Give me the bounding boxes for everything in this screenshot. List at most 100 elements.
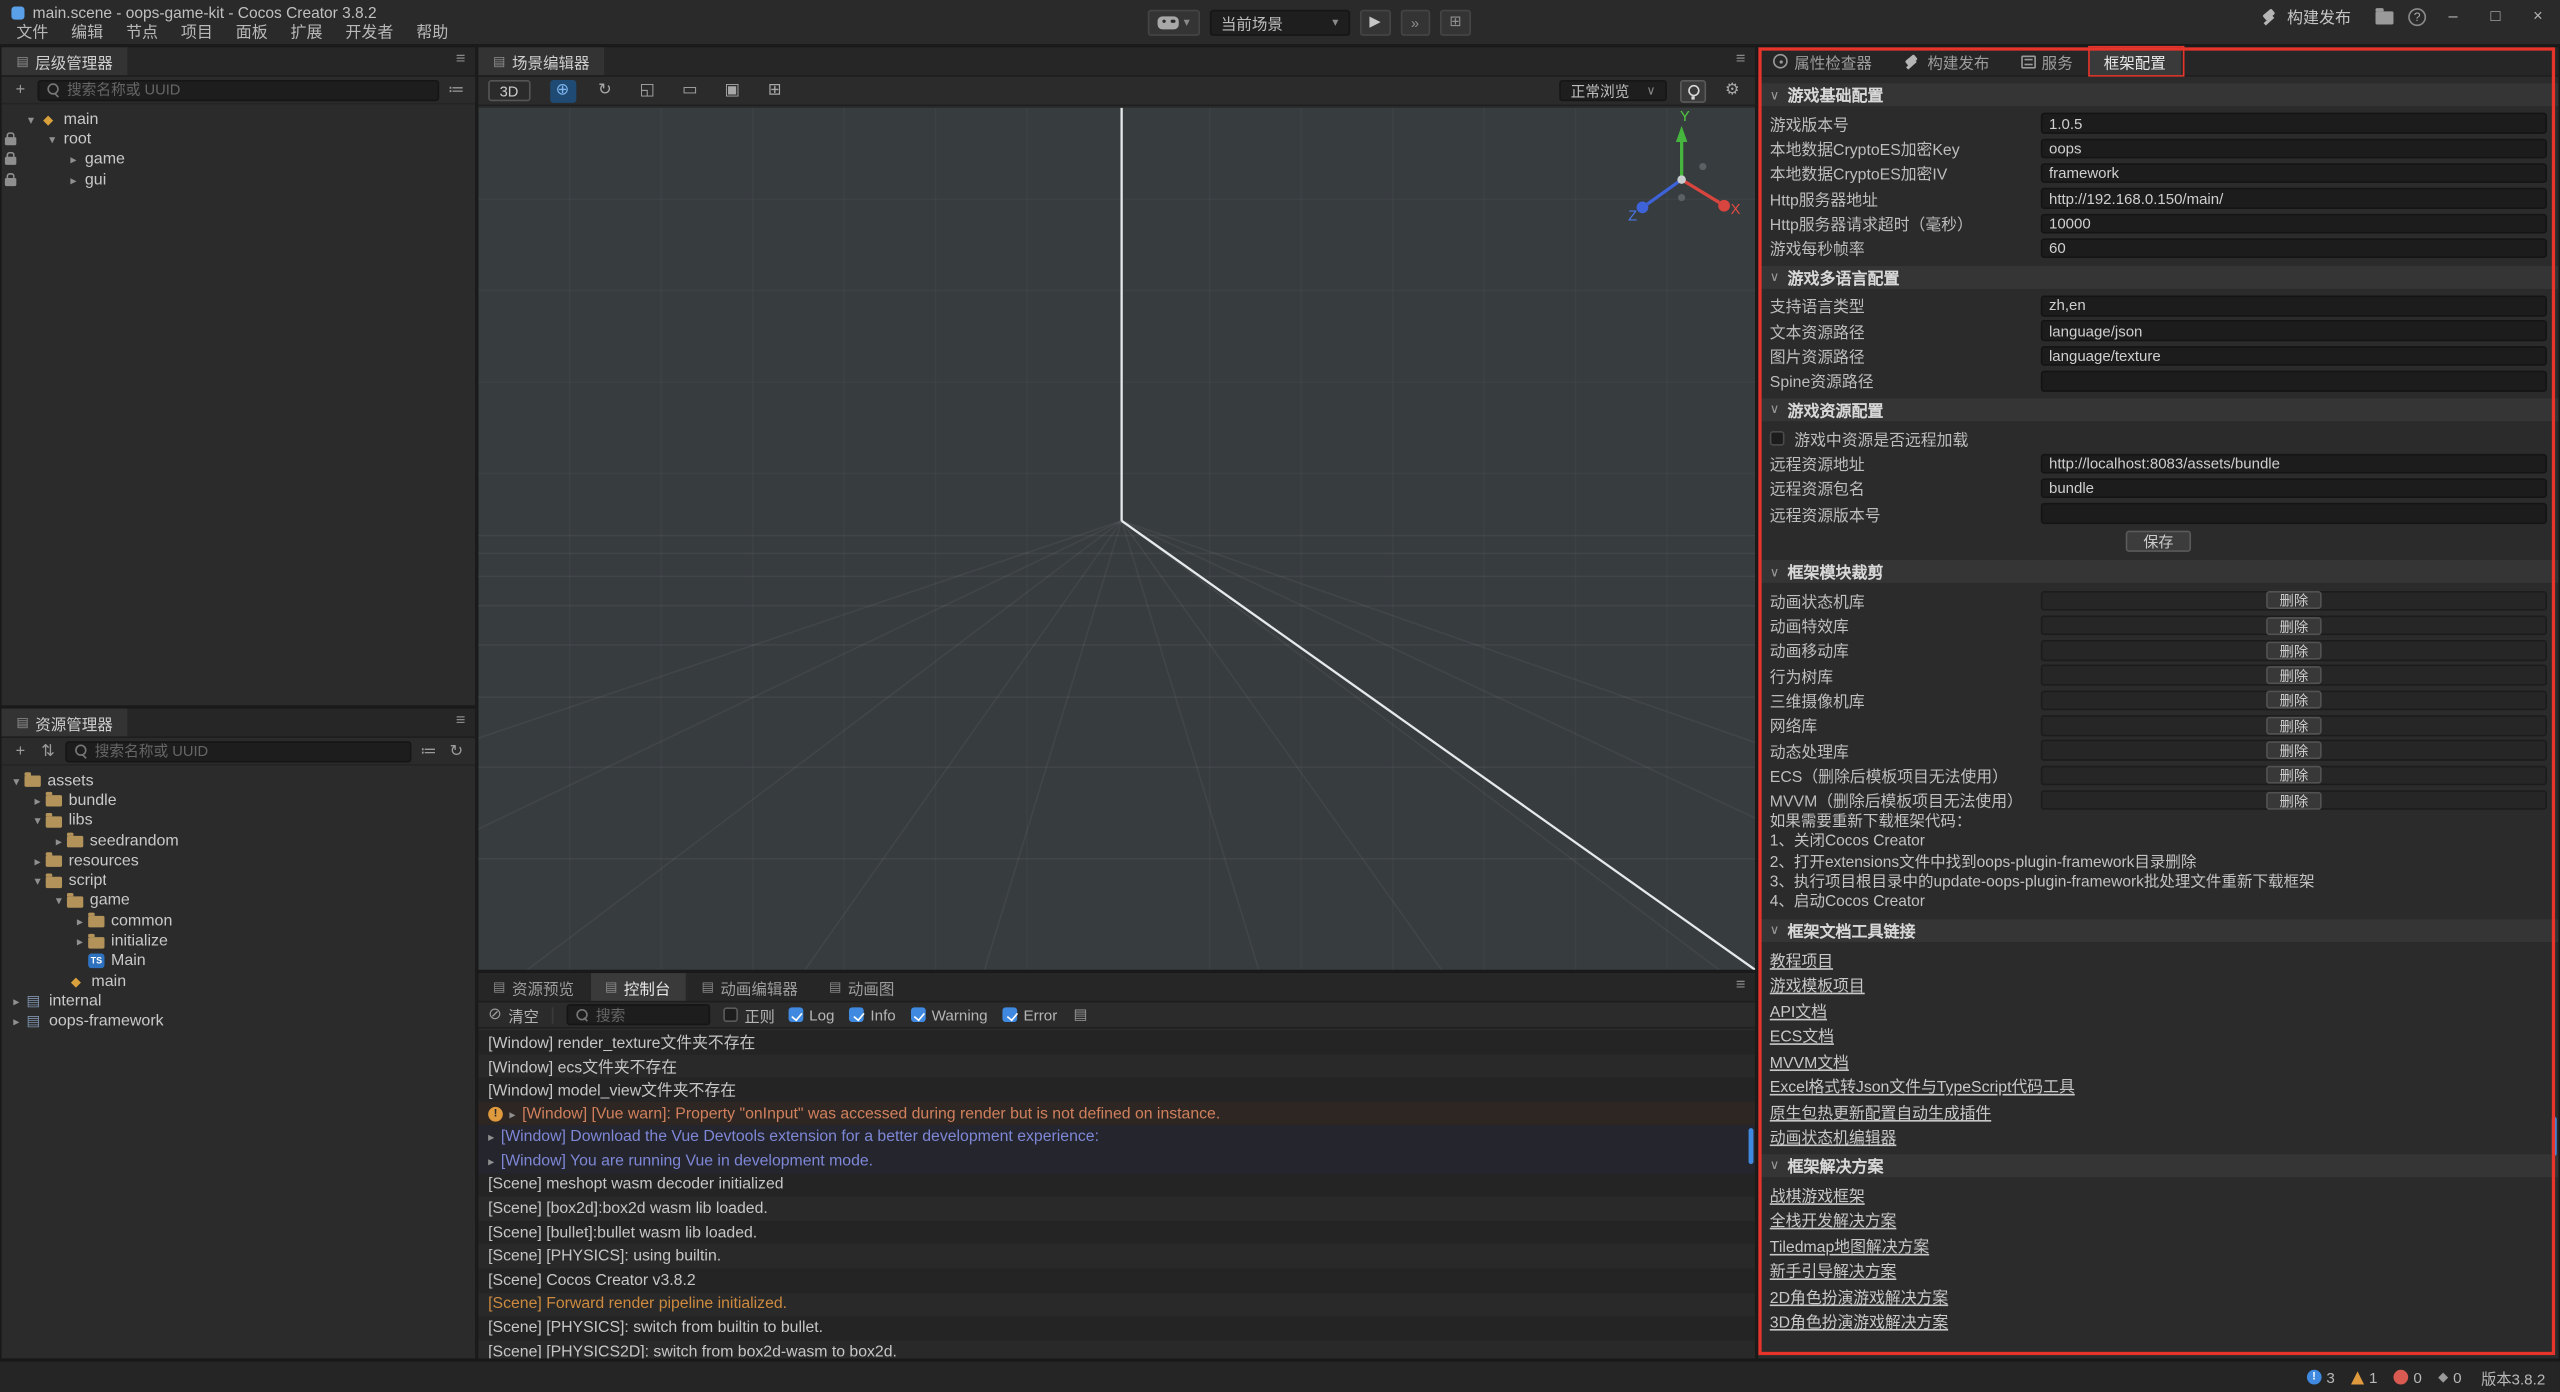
tab-assets[interactable]: ▤资源管理器 [2,709,129,737]
error-count[interactable]: 0 [2394,1369,2422,1385]
hierarchy-node[interactable]: root [2,130,475,150]
module-delete-button[interactable]: 删除 [2266,616,2321,634]
light-toggle-icon[interactable] [1680,79,1706,102]
property-input[interactable] [2041,163,2547,183]
panel-menu-icon[interactable]: ≡ [1736,976,1746,994]
section-header-modules[interactable]: ∨框架模块裁剪 [1758,560,2558,583]
property-input[interactable] [2041,113,2547,133]
expand-arrow-icon[interactable] [44,132,60,147]
x-axis-arrow[interactable] [1718,200,1730,212]
console-tab[interactable]: ▤ 动画图 [814,973,910,1001]
clear-console-button[interactable]: ⊘清空 [488,1003,539,1026]
expand-arrow-icon[interactable] [29,854,45,869]
tab-scene-editor[interactable]: ▤场景编辑器 [478,47,605,75]
solution-link[interactable]: 战棋游戏框架 [1770,1183,1865,1206]
expand-arrow-icon[interactable] [8,1014,24,1029]
module-delete-button[interactable]: 删除 [2266,716,2321,734]
asset-node[interactable]: game [2,891,475,911]
filter-button[interactable]: ≔ [418,742,439,760]
filter-checkbox-box[interactable] [1002,1007,1017,1022]
help-icon[interactable]: ? [2408,7,2426,25]
log-expand-arrow-icon[interactable] [488,1130,494,1145]
anchor-tool-icon[interactable]: ▣ [719,79,745,102]
inspector-scrollbar-thumb[interactable] [2552,1117,2557,1156]
add-node-button[interactable]: + [10,81,31,99]
move-tool-icon[interactable]: ⊕ [549,79,575,102]
hierarchy-search-input[interactable] [67,82,431,98]
play-button[interactable]: ▶ [1360,9,1391,35]
menu-item[interactable]: 面板 [224,23,279,44]
solution-link[interactable]: 3D角色扮演游戏解决方案 [1770,1309,1948,1332]
solution-link[interactable]: 新手引导解决方案 [1770,1259,1897,1282]
console-scrollbar-thumb[interactable] [1749,1128,1754,1164]
layout-grid-button[interactable]: ⊞ [1439,9,1471,35]
expand-arrow-icon[interactable] [51,834,67,849]
solution-link[interactable]: 全栈开发解决方案 [1770,1208,1897,1231]
menu-item[interactable]: 开发者 [334,23,405,44]
filter-checkbox-box[interactable] [788,1007,803,1022]
scene-viewport[interactable]: Y X Z [478,108,1755,970]
console-tab[interactable]: ▤ 控制台 [590,973,686,1001]
property-input[interactable] [2041,188,2547,208]
expand-arrow-icon[interactable] [72,934,88,949]
filter-button[interactable]: ≔ [446,81,467,99]
filter-checkbox-box[interactable] [910,1007,925,1022]
maximize-button[interactable]: □ [2480,5,2511,28]
expand-arrow-icon[interactable] [8,773,24,788]
log-expand-arrow-icon[interactable] [509,1106,515,1121]
panel-menu-icon[interactable]: ≡ [456,51,466,69]
expand-arrow-icon[interactable] [23,112,39,127]
console-log-row[interactable]: [Window] ecs文件夹不存在 [478,1054,1755,1078]
property-input[interactable] [2041,238,2547,258]
asset-node[interactable]: oops-framework [2,1012,475,1032]
console-log-row[interactable]: [Window] Download the Vue Devtools exten… [478,1126,1755,1150]
property-input[interactable] [2041,478,2547,498]
tab-service[interactable]: 服务 [2006,47,2089,75]
regex-checkbox[interactable]: 正则 [723,1003,775,1026]
module-delete-button[interactable]: 删除 [2266,691,2321,709]
view-mode-select[interactable]: 正常浏览∨ [1559,80,1667,101]
save-button[interactable]: 保存 [2125,530,2191,551]
doc-link[interactable]: 游戏模板项目 [1770,973,1865,996]
property-input[interactable] [2041,503,2547,523]
console-log-row[interactable]: [Window] You are running Vue in developm… [478,1149,1755,1173]
module-delete-button[interactable]: 删除 [2266,791,2321,809]
asset-node[interactable]: internal [2,991,475,1011]
expand-arrow-icon[interactable] [65,173,81,188]
filter-checkbox-box[interactable] [849,1007,864,1022]
doc-link[interactable]: Excel格式转Json文件与TypeScript代码工具 [1770,1074,2075,1097]
console-log-row[interactable]: [Window] [Vue warn]: Property "onInput" … [478,1102,1755,1126]
close-button[interactable]: × [2522,5,2553,28]
doc-link[interactable]: API文档 [1770,998,1827,1021]
console-tab[interactable]: ▤ 动画编辑器 [687,973,814,1001]
console-search-input[interactable] [596,1007,702,1023]
console-log-row[interactable]: [Scene] meshopt wasm decoder initialized [478,1173,1755,1197]
module-delete-button[interactable]: 删除 [2266,766,2321,784]
property-input[interactable] [2041,213,2547,233]
snap-tool-icon[interactable]: ⊞ [762,79,788,102]
expand-arrow-icon[interactable] [29,813,45,828]
console-log-row[interactable]: [Scene] [box2d]:box2d wasm lib loaded. [478,1197,1755,1221]
console-log-row[interactable]: [Window] model_view文件夹不存在 [478,1078,1755,1102]
scene-settings-gear-icon[interactable]: ⚙ [1719,79,1745,102]
property-input[interactable] [2041,453,2547,473]
tab-framework-config[interactable]: 框架配置 [2089,47,2182,75]
menu-item[interactable]: 节点 [115,23,170,44]
task-count[interactable]: 0 [2438,1369,2461,1385]
tab-hierarchy[interactable]: ▤层级管理器 [2,47,129,75]
console-log-row[interactable]: [Scene] [PHYSICS]: switch from builtin t… [478,1316,1755,1340]
console-log-row[interactable]: [Scene] Cocos Creator v3.8.2 [478,1268,1755,1292]
asset-node[interactable]: initialize [2,931,475,951]
console-log-row[interactable]: [Scene] Forward render pipeline initiali… [478,1292,1755,1316]
console-log-row[interactable]: [Window] render_texture文件夹不存在 [478,1030,1755,1054]
log-filter[interactable]: Info [849,1007,896,1023]
regex-checkbox-box[interactable] [723,1007,738,1022]
info-count[interactable]: 3 [2307,1369,2335,1385]
asset-node[interactable]: seedrandom [2,831,475,851]
expand-arrow-icon[interactable] [72,914,88,929]
step-button[interactable]: » [1400,9,1429,35]
solution-link[interactable]: Tiledmap地图解决方案 [1770,1234,1929,1257]
hierarchy-node[interactable]: game [2,150,475,170]
asset-node[interactable]: bundle [2,791,475,811]
build-publish-button[interactable]: 构建发布 [2253,5,2359,28]
